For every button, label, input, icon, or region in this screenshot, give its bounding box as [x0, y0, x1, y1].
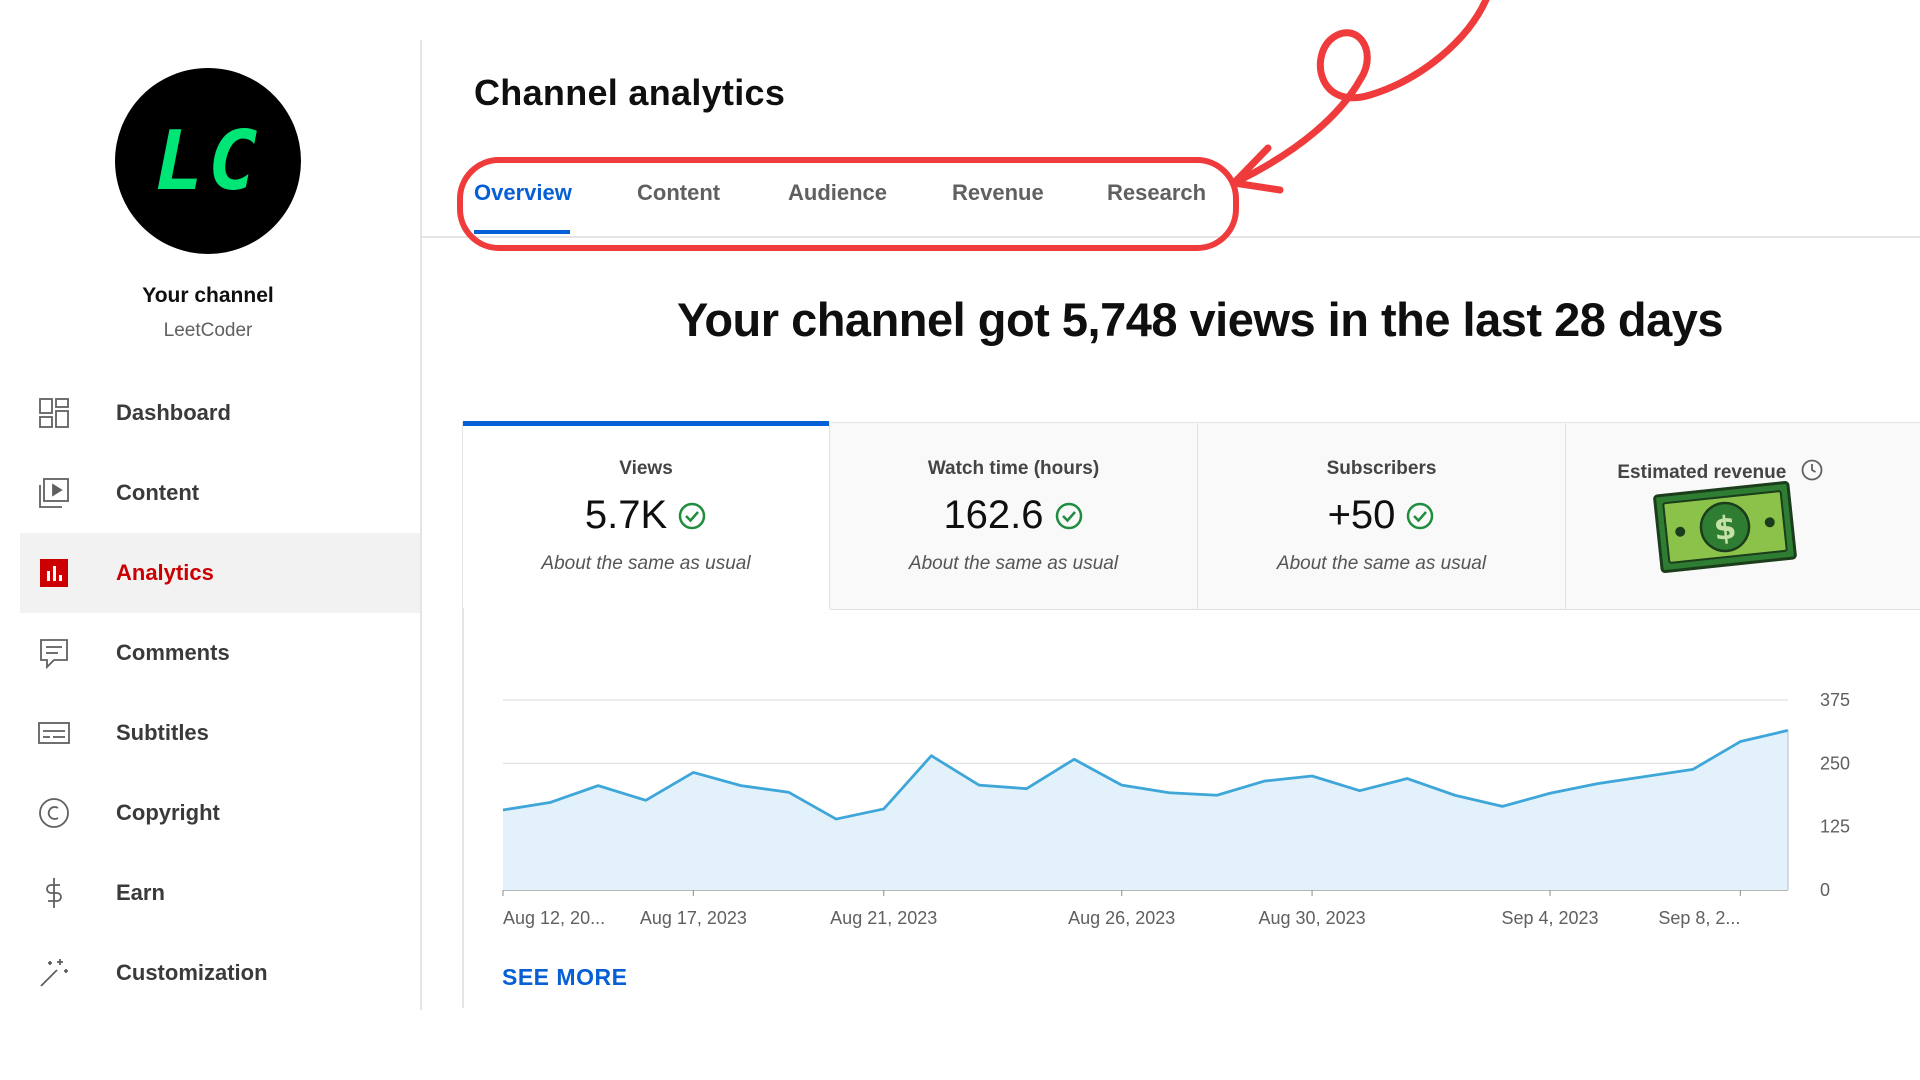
metric-value-row: 162.6 — [830, 493, 1197, 538]
metric-label: Subscribers — [1326, 458, 1437, 479]
x-tick-label: Aug 30, 2023 — [1259, 908, 1366, 928]
metric-card-estimated-revenue[interactable]: Estimated revenue $ — [1566, 423, 1920, 610]
avatar-initials: LC — [154, 113, 262, 209]
sidebar-item-dashboard[interactable]: Dashboard — [20, 373, 420, 453]
annotation-highlight-ellipse — [457, 157, 1239, 251]
metric-card-watch-time[interactable]: Watch time (hours) 162.6 About the same … — [830, 423, 1198, 610]
channel-title: Your channel — [142, 284, 274, 307]
sidebar-item-comments[interactable]: Comments — [20, 613, 420, 693]
metric-cards: Views 5.7K About the same as usual Watch… — [462, 421, 1920, 610]
y-tick-label: 125 — [1820, 817, 1850, 837]
sidebar-item-subtitles[interactable]: Subtitles — [20, 693, 420, 773]
sidebar-item-label: Customization — [116, 960, 268, 985]
y-tick-label: 0 — [1820, 880, 1830, 900]
check-circle-icon — [678, 502, 706, 529]
sidebar-item-content[interactable]: Content — [20, 453, 420, 533]
sidebar-item-label: Dashboard — [116, 400, 231, 425]
channel-handle: LeetCoder — [163, 320, 253, 341]
subtitles-icon — [38, 717, 70, 749]
see-more-link[interactable]: SEE MORE — [502, 964, 627, 991]
x-tick-label: Aug 17, 2023 — [640, 908, 747, 928]
page-title: Channel analytics — [474, 72, 786, 113]
sidebar-item-label: Comments — [116, 640, 230, 665]
views-chart[interactable]: 0 125 250 375 Aug 12, 20... Aug 17, 2023 Aug 2… — [480, 680, 1920, 950]
active-card-indicator — [463, 421, 829, 426]
metric-card-views[interactable]: Views 5.7K About the same as usual — [463, 421, 830, 609]
comments-icon — [38, 637, 70, 669]
check-circle-icon — [1407, 502, 1434, 529]
sidebar-nav: Dashboard Content Analytics Comments Sub… — [20, 373, 420, 1013]
metric-note: About the same as usual — [541, 553, 751, 574]
sidebar-item-customization[interactable]: Customization — [20, 933, 420, 1013]
copyright-icon — [38, 797, 70, 829]
metric-value: +50 — [1327, 493, 1396, 537]
x-tick-label: Aug 21, 2023 — [830, 908, 937, 928]
sidebar-item-copyright[interactable]: Copyright — [20, 773, 420, 853]
metric-card-subscribers[interactable]: Subscribers +50 About the same as usual — [1198, 423, 1566, 610]
metric-value-row: 5.7K — [463, 493, 829, 538]
x-tick-label: Aug 12, 20... — [503, 908, 605, 928]
x-tick-label: Sep 4, 2023 — [1501, 908, 1598, 928]
sidebar-item-label: Earn — [116, 880, 165, 905]
annotation-arrow — [1230, 0, 1490, 194]
money-icon: $ — [1653, 481, 1797, 573]
metric-note: About the same as usual — [1276, 553, 1487, 574]
metric-value: 162.6 — [943, 493, 1044, 537]
metric-value: 5.7K — [584, 493, 668, 537]
customization-icon — [38, 957, 70, 989]
dashboard-icon — [38, 397, 70, 429]
sidebar-item-label: Subtitles — [116, 720, 209, 745]
metric-value-row: +50 — [1198, 493, 1565, 538]
x-tick-label: Sep 8, 2... — [1658, 908, 1740, 928]
content-icon — [38, 477, 70, 509]
sidebar-item-label: Copyright — [116, 800, 220, 825]
metric-label: Watch time (hours) — [927, 458, 1100, 479]
views-headline: Your channel got 5,748 views in the last… — [676, 293, 1724, 346]
sidebar-item-analytics[interactable]: Analytics — [20, 533, 420, 613]
y-tick-label: 250 — [1820, 753, 1850, 773]
sidebar: LC Your channel LeetCoder Dashboard Cont… — [0, 40, 422, 1010]
clock-icon[interactable] — [1800, 458, 1824, 482]
sidebar-item-label: Content — [116, 480, 200, 505]
check-circle-icon — [1055, 502, 1082, 529]
metric-note: About the same as usual — [908, 553, 1119, 574]
y-tick-label: 375 — [1820, 690, 1850, 710]
content-left-border — [462, 608, 464, 1008]
channel-avatar[interactable]: LC — [115, 68, 301, 254]
svg-text:$: $ — [1712, 508, 1738, 548]
analytics-icon — [38, 557, 70, 589]
x-tick-label: Aug 26, 2023 — [1068, 908, 1175, 928]
sidebar-item-earn[interactable]: Earn — [20, 853, 420, 933]
chart-area — [503, 730, 1788, 890]
metric-label: Views — [619, 458, 673, 479]
earn-icon — [38, 877, 70, 909]
sidebar-item-label: Analytics — [116, 560, 214, 585]
